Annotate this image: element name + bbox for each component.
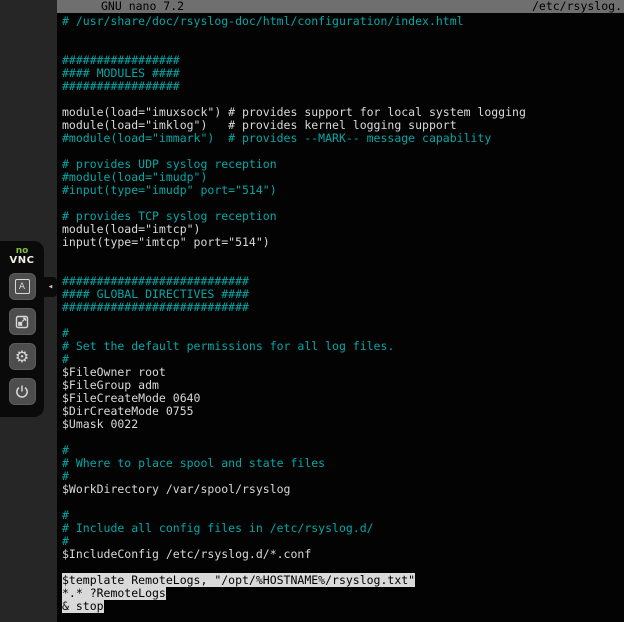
editor-line: # Include all config files in /etc/rsysl… — [62, 522, 624, 535]
nano-app-title: GNU nano 7.2 — [101, 0, 184, 13]
editor-line — [62, 249, 624, 262]
editor-line: #input(type="imudp" port="514") — [62, 184, 624, 197]
gear-icon: ⚙ — [15, 349, 29, 365]
settings-button[interactable]: ⚙ — [9, 343, 36, 370]
editor-line: *.* ?RemoteLogs — [62, 587, 624, 600]
clipboard-button[interactable]: A — [9, 273, 36, 300]
nano-terminal[interactable]: GNU nano 7.2 /etc/rsyslog. # /usr/share/… — [57, 0, 624, 622]
control-bar-collapse-handle[interactable]: ◂ — [44, 277, 57, 297]
editor-line: # Where to place spool and state files — [62, 457, 624, 470]
nano-filename: /etc/rsyslog. — [532, 0, 622, 13]
editor-line — [62, 28, 624, 41]
chevron-left-icon: ◂ — [48, 282, 53, 292]
novnc-logo-vnc: VNC — [10, 256, 35, 265]
editor-line: & stop — [62, 600, 624, 613]
editor-line — [62, 431, 624, 444]
power-icon — [14, 384, 30, 400]
editor-line: # Set the default permissions for all lo… — [62, 340, 624, 353]
editor-line: # /usr/share/doc/rsyslog-doc/html/config… — [62, 15, 624, 28]
power-button[interactable] — [9, 378, 36, 405]
editor-line — [62, 496, 624, 509]
editor-line — [62, 314, 624, 327]
novnc-control-bar: no VNC A ⚙ — [0, 241, 44, 417]
nano-titlebar: GNU nano 7.2 /etc/rsyslog. — [57, 0, 624, 13]
editor-line: ########################### — [62, 301, 624, 314]
editor-line: #module(load="immark") # provides --MARK… — [62, 132, 624, 145]
editor-line: $Umask 0022 — [62, 418, 624, 431]
fullscreen-icon — [14, 314, 30, 330]
editor-lines[interactable]: # /usr/share/doc/rsyslog-doc/html/config… — [57, 13, 624, 613]
editor-line: $DirCreateMode 0755 — [62, 405, 624, 418]
fullscreen-button[interactable] — [9, 308, 36, 335]
novnc-logo: no VNC — [10, 247, 35, 265]
editor-line: ################# — [62, 80, 624, 93]
editor-line: $WorkDirectory /var/spool/rsyslog — [62, 483, 624, 496]
clipboard-icon: A — [15, 279, 30, 294]
editor-line: input(type="imtcp" port="514") — [62, 236, 624, 249]
editor-line: $IncludeConfig /etc/rsyslog.d/*.conf — [62, 548, 624, 561]
